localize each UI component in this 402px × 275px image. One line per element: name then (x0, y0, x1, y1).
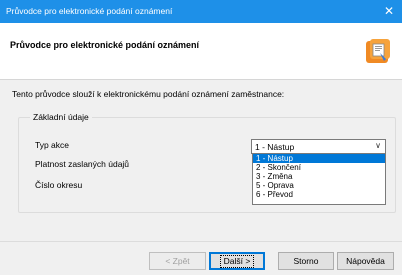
description-text: Tento průvodce slouží k elektronickému p… (12, 89, 285, 99)
cancel-button-label: Storno (293, 256, 319, 266)
dropdown-option[interactable]: 5 - Oprava (253, 181, 385, 190)
next-button-label: Další > (219, 255, 255, 268)
footer-divider (0, 241, 402, 242)
window-title: Průvodce pro elektronické podání oznámen… (6, 6, 173, 16)
validity-label: Platnost zaslaných údajů (35, 159, 130, 169)
action-type-label: Typ akce (35, 140, 70, 150)
help-button-label: Nápověda (346, 256, 385, 266)
header-title: Průvodce pro elektronické podání oznámen… (10, 40, 200, 50)
wizard-icon (366, 39, 390, 63)
wizard-header: Průvodce pro elektronické podání oznámen… (0, 23, 402, 80)
dropdown-option[interactable]: 1 - Nástup (253, 154, 385, 163)
action-type-dropdown-list: 1 - Nástup 2 - Skončení 3 - Změna 5 - Op… (252, 153, 386, 205)
title-bar[interactable]: Průvodce pro elektronické podání oznámen… (0, 0, 402, 23)
close-icon[interactable]: ✕ (376, 0, 402, 23)
help-button[interactable]: Nápověda (337, 252, 394, 270)
action-type-select[interactable]: 1 - Nástup ∨ (251, 139, 386, 154)
dropdown-option[interactable]: 6 - Převod (253, 190, 385, 199)
back-button[interactable]: < Zpět (149, 252, 206, 270)
district-number-label: Číslo okresu (35, 180, 83, 190)
group-legend: Základní údaje (30, 112, 92, 122)
dropdown-option[interactable]: 2 - Skončení (253, 163, 385, 172)
next-button[interactable]: Další > (209, 252, 265, 270)
wizard-window: Průvodce pro elektronické podání oznámen… (0, 0, 402, 275)
chevron-down-icon[interactable]: ∨ (375, 141, 381, 150)
back-button-label: < Zpět (165, 256, 190, 266)
dropdown-option[interactable]: 3 - Změna (253, 172, 385, 181)
action-type-value: 1 - Nástup (255, 142, 295, 152)
cancel-button[interactable]: Storno (278, 252, 334, 270)
